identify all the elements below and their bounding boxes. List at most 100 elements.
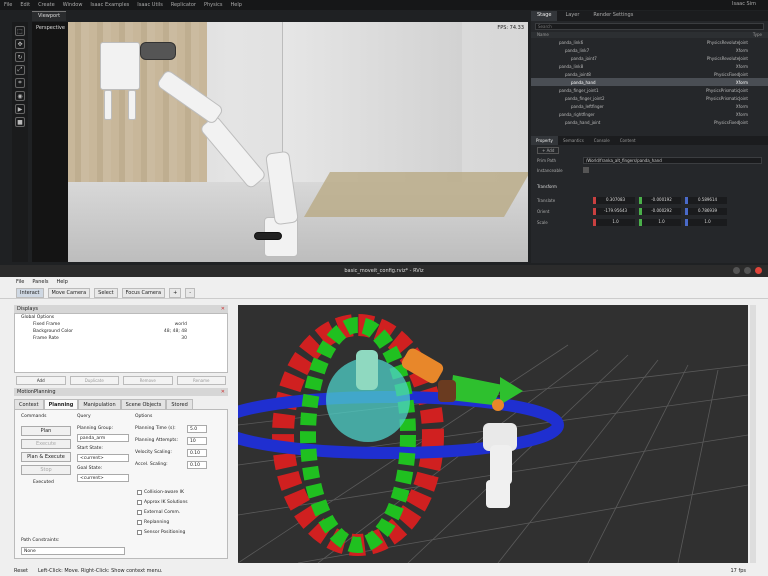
rviz-menu-panels[interactable]: Panels <box>32 279 48 285</box>
add-property-button[interactable]: + Add <box>537 146 560 154</box>
tab-property[interactable]: Property <box>531 136 558 145</box>
displays-close-icon[interactable]: ✕ <box>221 305 225 313</box>
orient-x-field[interactable]: -179.95643 <box>593 208 635 215</box>
menu-isaac-utils[interactable]: Isaac Utils <box>137 2 163 8</box>
planning-time-field[interactable]: 5.0 <box>187 425 207 433</box>
tab-layer[interactable]: Layer <box>559 11 585 21</box>
remove-display-button[interactable]: Remove <box>123 376 173 385</box>
translate-z-field[interactable]: 0.589614 <box>685 197 727 204</box>
stage-row[interactable]: panda_link8 Xform <box>531 62 768 70</box>
approx-ik-checkbox[interactable]: Approx IK Solutions <box>137 500 188 505</box>
orient-y-field[interactable]: -0.000292 <box>639 208 681 215</box>
display-row[interactable]: Frame Rate 30 <box>15 335 227 342</box>
scale-z-field[interactable]: 1.0 <box>685 219 727 226</box>
goal-state-select[interactable]: <current> <box>77 474 129 482</box>
sim-viewport[interactable]: Perspective FPS: 74.33 <box>32 22 528 262</box>
tab-context[interactable]: Context <box>14 399 44 409</box>
translate-y-field[interactable]: -0.000192 <box>639 197 681 204</box>
screen: File Edit Create Window Isaac Examples I… <box>0 0 768 576</box>
move-camera-tool-button[interactable]: Move Camera <box>47 287 91 298</box>
plan-button[interactable]: Plan <box>21 426 71 436</box>
stage-row[interactable]: panda_hand_joint PhysicsFixedJoint <box>531 118 768 126</box>
rename-display-button[interactable]: Rename <box>176 376 226 385</box>
stage-row[interactable]: panda_link6 PhysicsRevoluteJoint <box>531 38 768 46</box>
display-row[interactable]: Global Options <box>15 314 227 321</box>
reset-button[interactable]: Reset <box>14 568 28 574</box>
rviz-3d-view[interactable] <box>238 305 748 563</box>
replanning-checkbox[interactable]: Replanning <box>137 520 169 525</box>
move-tool-icon[interactable]: ✥ <box>15 39 25 49</box>
menu-file[interactable]: File <box>4 2 12 8</box>
tab-planning[interactable]: Planning <box>43 399 79 409</box>
stage-row[interactable]: panda_link7 Xform <box>531 46 768 54</box>
transform-section-header[interactable]: Transform <box>531 181 768 191</box>
menu-help[interactable]: Help <box>230 2 241 8</box>
interact-tool-button[interactable]: Interact <box>16 287 44 298</box>
rviz-scrollbar[interactable] <box>750 305 756 563</box>
tab-manipulation[interactable]: Manipulation <box>78 399 121 409</box>
planning-group-select[interactable]: panda_arm <box>77 434 129 442</box>
rviz-menu-help[interactable]: Help <box>56 279 67 285</box>
start-state-select[interactable]: <current> <box>77 454 129 462</box>
stage-row[interactable]: panda_rightfinger Xform <box>531 110 768 118</box>
rviz-menu-file[interactable]: File <box>16 279 24 285</box>
path-constraints-select[interactable]: None <box>21 547 125 555</box>
tab-console[interactable]: Console <box>589 136 615 145</box>
menu-isaac-examples[interactable]: Isaac Examples <box>90 2 129 8</box>
motionplanning-close-icon[interactable]: ✕ <box>221 388 225 396</box>
add-tool-button[interactable]: + <box>169 287 182 298</box>
stop-icon[interactable]: ■ <box>15 117 25 127</box>
tab-stage[interactable]: Stage <box>531 11 558 21</box>
play-icon[interactable]: ▶ <box>15 104 25 114</box>
display-row[interactable]: Fixed Frame world <box>15 321 227 328</box>
display-row[interactable]: Background Color 48; 48; 48 <box>15 328 227 335</box>
tab-semantics[interactable]: Semantics <box>558 136 589 145</box>
rotate-tool-icon[interactable]: ↻ <box>15 52 25 62</box>
menu-physics[interactable]: Physics <box>204 2 223 8</box>
collision-aware-ik-checkbox[interactable]: Collision-aware IK <box>137 490 184 495</box>
duplicate-display-button[interactable]: Duplicate <box>69 376 119 385</box>
prim-path-field[interactable]: /World/franka_alt_fingers/panda_hand <box>583 156 762 164</box>
stage-row[interactable]: panda_hand Xform <box>531 78 768 86</box>
menu-replicator[interactable]: Replicator <box>171 2 196 8</box>
stage-row[interactable]: panda_leftfinger Xform <box>531 102 768 110</box>
scale-x-field[interactable]: 1.0 <box>593 219 635 226</box>
remove-tool-button[interactable]: - <box>185 287 196 298</box>
tab-render-settings[interactable]: Render Settings <box>587 11 639 21</box>
viewport-camera-label[interactable]: Perspective <box>36 25 65 31</box>
stage-row[interactable]: panda_finger_joint1 PhysicsPrismaticJoint <box>531 86 768 94</box>
tab-scene-objects[interactable]: Scene Objects <box>120 399 167 409</box>
menu-edit[interactable]: Edit <box>20 2 30 8</box>
planning-attempts-field[interactable]: 10 <box>187 437 207 445</box>
sensor-positioning-checkbox[interactable]: Sensor Positioning <box>137 530 185 535</box>
stage-row[interactable]: panda_finger_joint2 PhysicsPrismaticJoint <box>531 94 768 102</box>
focus-camera-tool-button[interactable]: Focus Camera <box>121 287 166 298</box>
select-tool-icon[interactable]: ⬚ <box>15 26 25 36</box>
snap-tool-icon[interactable]: ⌗ <box>15 78 25 88</box>
add-display-button[interactable]: Add <box>16 376 66 385</box>
menu-window[interactable]: Window <box>63 2 83 8</box>
camera-tool-icon[interactable]: ◉ <box>15 91 25 101</box>
minimize-button[interactable] <box>733 267 740 274</box>
scale-tool-icon[interactable]: ⤢ <box>15 65 25 75</box>
accel-scaling-field[interactable]: 0.10 <box>187 461 207 469</box>
close-button[interactable] <box>755 267 762 274</box>
stop-button[interactable]: Stop <box>21 465 71 475</box>
scale-y-field[interactable]: 1.0 <box>639 219 681 226</box>
stage-row[interactable]: panda_joint7 PhysicsRevoluteJoint <box>531 54 768 62</box>
tab-viewport[interactable]: Viewport <box>32 11 67 21</box>
tab-stored[interactable]: Stored <box>166 399 193 409</box>
execute-button[interactable]: Execute <box>21 439 71 449</box>
velocity-scaling-field[interactable]: 0.10 <box>187 449 207 457</box>
maximize-button[interactable] <box>744 267 751 274</box>
translate-x-field[interactable]: 0.307083 <box>593 197 635 204</box>
select-tool-button[interactable]: Select <box>94 287 118 298</box>
tab-content[interactable]: Content <box>615 136 641 145</box>
plan-execute-button[interactable]: Plan & Execute <box>21 452 71 462</box>
orient-z-field[interactable]: 0.786939 <box>685 208 727 215</box>
menu-create[interactable]: Create <box>38 2 55 8</box>
external-comm-checkbox[interactable]: External Comm. <box>137 510 180 515</box>
stage-row[interactable]: panda_joint8 PhysicsFixedJoint <box>531 70 768 78</box>
stage-search-input[interactable]: Search <box>535 23 764 30</box>
instanceable-checkbox[interactable] <box>583 167 589 173</box>
